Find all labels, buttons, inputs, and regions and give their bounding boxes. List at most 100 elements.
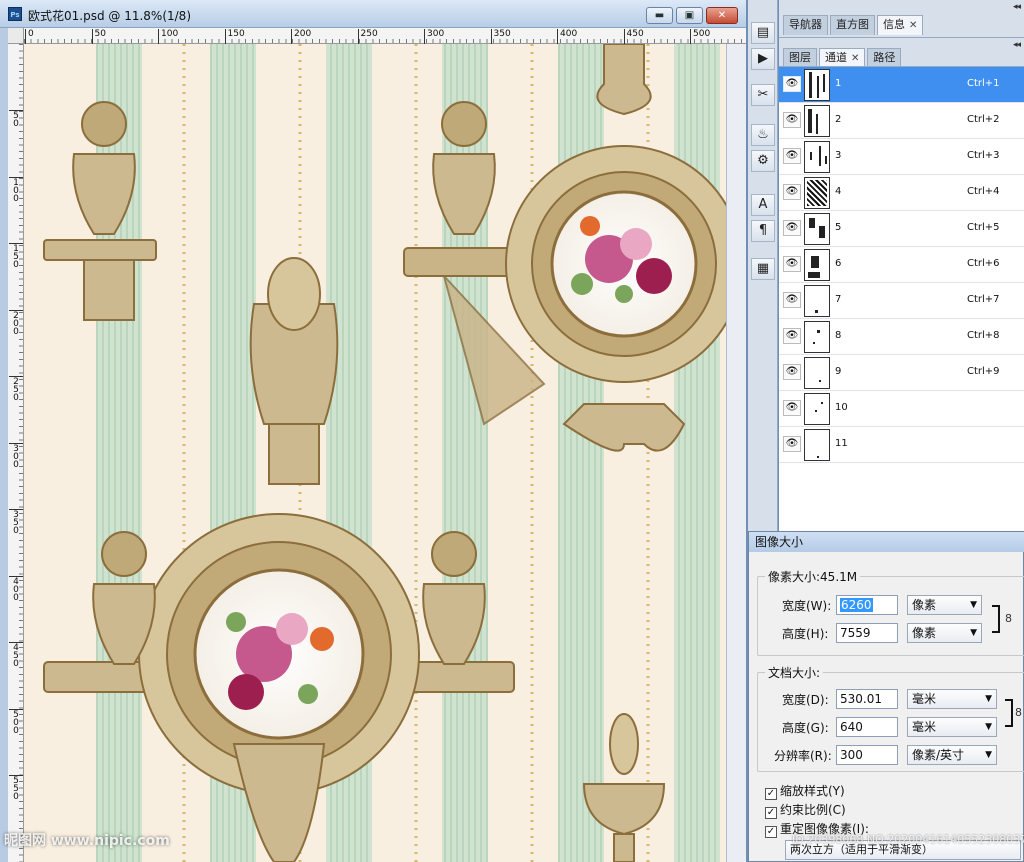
top-panel-tabs: 导航器 直方图 信息 ✕: [783, 15, 924, 35]
visibility-eye-icon[interactable]: 👁: [783, 184, 801, 200]
channel-row[interactable]: 👁 11: [779, 427, 1024, 463]
close-tab-icon[interactable]: ✕: [851, 53, 859, 64]
tab-label: 路径: [873, 51, 896, 64]
layer-comps-icon[interactable]: ▦: [751, 258, 775, 280]
ruler-tick-label: 400: [557, 29, 577, 44]
document-titlebar[interactable]: Ps 欧式花01.psd @ 11.8%(1/8) ▬ ▣ ✕: [0, 0, 746, 28]
channel-name: 11: [835, 438, 848, 449]
history-brush-icon[interactable]: ▤: [751, 22, 775, 44]
channel-shortcut: Ctrl+7: [967, 294, 1000, 305]
checkbox-checked-icon: ✓: [765, 788, 777, 800]
close-tab-icon[interactable]: ✕: [909, 20, 917, 31]
channel-panel-tab-2[interactable]: 路径: [867, 48, 902, 68]
channel-name: 2: [835, 114, 842, 125]
channel-shortcut: Ctrl+4: [967, 186, 1000, 197]
doc-width-input[interactable]: 530.01: [836, 689, 898, 709]
channels-panel: ◂◂ 图层 通道 ✕ 路径 👁 1 Ctrl+1 👁 2 Ctrl+2 👁 3 Ctrl+3 👁 4 Ctr…: [779, 38, 1024, 535]
scale-styles-checkbox[interactable]: ✓ 缩放样式(Y): [765, 782, 845, 800]
window-border: [0, 28, 8, 862]
document-canvas[interactable]: [24, 44, 726, 862]
channel-name: 8: [835, 330, 842, 341]
channel-name: 3: [835, 150, 842, 161]
channel-thumbnail: [804, 357, 830, 389]
channel-shortcut: Ctrl+3: [967, 150, 1000, 161]
ruler-tick-label: 100: [158, 29, 178, 44]
clone-source-icon[interactable]: ♨: [751, 124, 775, 146]
channel-panel-tabs: 图层 通道 ✕ 路径: [783, 48, 902, 68]
width-input[interactable]: 6260: [836, 595, 898, 615]
ruler-tick-label: 3 0 0: [9, 442, 23, 469]
panel-tab-2[interactable]: 信息 ✕: [877, 15, 924, 35]
ruler-tick-label: 4 5 0: [9, 642, 23, 669]
action-play-icon[interactable]: ▶: [751, 48, 775, 70]
resolution-unit-select[interactable]: 像素/英寸 ▼: [907, 745, 997, 765]
channel-thumbnail: [804, 69, 830, 101]
width-label: 宽度(W):: [782, 599, 832, 613]
channel-row[interactable]: 👁 9 Ctrl+9: [779, 355, 1024, 391]
channel-panel-tab-0[interactable]: 图层: [783, 48, 817, 68]
visibility-eye-icon[interactable]: 👁: [783, 364, 801, 380]
ruler-tick-label: 5 5 0: [9, 775, 23, 802]
channel-row[interactable]: 👁 10: [779, 391, 1024, 427]
minimize-button[interactable]: ▬: [646, 7, 673, 24]
horizontal-ruler[interactable]: 0 50 100 150 200 250 300 350 400 450 500: [24, 28, 746, 44]
character-icon[interactable]: A: [751, 194, 775, 216]
ruler-tick-label: 1 5 0: [9, 243, 23, 270]
close-button[interactable]: ✕: [706, 7, 738, 24]
channel-name: 5: [835, 222, 842, 233]
tools-icon[interactable]: ✂: [751, 84, 775, 106]
constrain-proportions-checkbox[interactable]: ✓ 约束比例(C): [765, 801, 846, 819]
vertical-ruler[interactable]: 5 0 1 0 0 1 5 0 2 0 0 2 5 0 3 0 0 3 5 0 4 0 0 4 …: [8, 44, 24, 862]
panel-menu-icon[interactable]: ◂◂: [1013, 40, 1021, 50]
resolution-input[interactable]: 300: [836, 745, 898, 765]
ruler-tick-label: 200: [291, 29, 311, 44]
channel-shortcut: Ctrl+1: [967, 78, 1000, 89]
visibility-eye-icon[interactable]: 👁: [783, 292, 801, 308]
maximize-button[interactable]: ▣: [676, 7, 703, 24]
vertical-scrollbar[interactable]: [726, 44, 746, 862]
tool-presets-icon[interactable]: ⚙: [751, 150, 775, 172]
channel-row[interactable]: 👁 5 Ctrl+5: [779, 211, 1024, 247]
checkbox-checked-icon: ✓: [765, 807, 777, 819]
visibility-eye-icon[interactable]: 👁: [783, 256, 801, 272]
channel-row[interactable]: 👁 8 Ctrl+8: [779, 319, 1024, 355]
panel-tab-1[interactable]: 直方图: [830, 15, 875, 35]
width-unit-select[interactable]: 像素 ▼: [907, 595, 982, 615]
doc-chain-link-icon: 8: [1015, 706, 1022, 719]
ruler-origin[interactable]: [8, 28, 24, 44]
watermark-right: ID:20398068 NO:20200416140552308037: [792, 833, 1024, 846]
doc-width-unit-select[interactable]: 毫米 ▼: [907, 689, 997, 709]
paragraph-icon[interactable]: ¶: [751, 220, 775, 242]
visibility-eye-icon[interactable]: 👁: [783, 400, 801, 416]
visibility-eye-icon[interactable]: 👁: [783, 220, 801, 236]
chevron-down-icon: ▼: [970, 628, 977, 638]
dialog-title[interactable]: 图像大小: [749, 532, 1024, 552]
channel-panel-tab-1[interactable]: 通道 ✕: [819, 48, 866, 68]
channel-thumbnail: [804, 285, 830, 317]
visibility-eye-icon[interactable]: 👁: [783, 436, 801, 452]
panel-collapse-icon[interactable]: ◂◂: [1013, 2, 1021, 12]
chevron-down-icon: ▼: [985, 750, 992, 760]
doc-height-unit-select[interactable]: 毫米 ▼: [907, 717, 997, 737]
channel-thumbnail: [804, 393, 830, 425]
channel-shortcut: Ctrl+5: [967, 222, 1000, 233]
height-input[interactable]: 7559: [836, 623, 898, 643]
channel-row[interactable]: 👁 7 Ctrl+7: [779, 283, 1024, 319]
channel-thumbnail: [804, 105, 830, 137]
visibility-eye-icon[interactable]: 👁: [783, 112, 801, 128]
ruler-tick-label: 50: [91, 29, 106, 44]
ruler-tick-label: 250: [357, 29, 378, 44]
resolution-label: 分辨率(R):: [774, 749, 832, 763]
doc-height-input[interactable]: 640: [836, 717, 898, 737]
visibility-eye-icon[interactable]: 👁: [783, 148, 801, 164]
visibility-eye-icon[interactable]: 👁: [783, 328, 801, 344]
channel-row[interactable]: 👁 2 Ctrl+2: [779, 103, 1024, 139]
constrain-bracket: [992, 605, 1000, 633]
channel-row[interactable]: 👁 4 Ctrl+4: [779, 175, 1024, 211]
channel-row[interactable]: 👁 1 Ctrl+1: [779, 67, 1024, 103]
height-unit-select[interactable]: 像素 ▼: [907, 623, 982, 643]
panel-tab-0[interactable]: 导航器: [783, 15, 828, 35]
visibility-eye-icon[interactable]: 👁: [783, 76, 801, 92]
channel-row[interactable]: 👁 3 Ctrl+3: [779, 139, 1024, 175]
channel-row[interactable]: 👁 6 Ctrl+6: [779, 247, 1024, 283]
